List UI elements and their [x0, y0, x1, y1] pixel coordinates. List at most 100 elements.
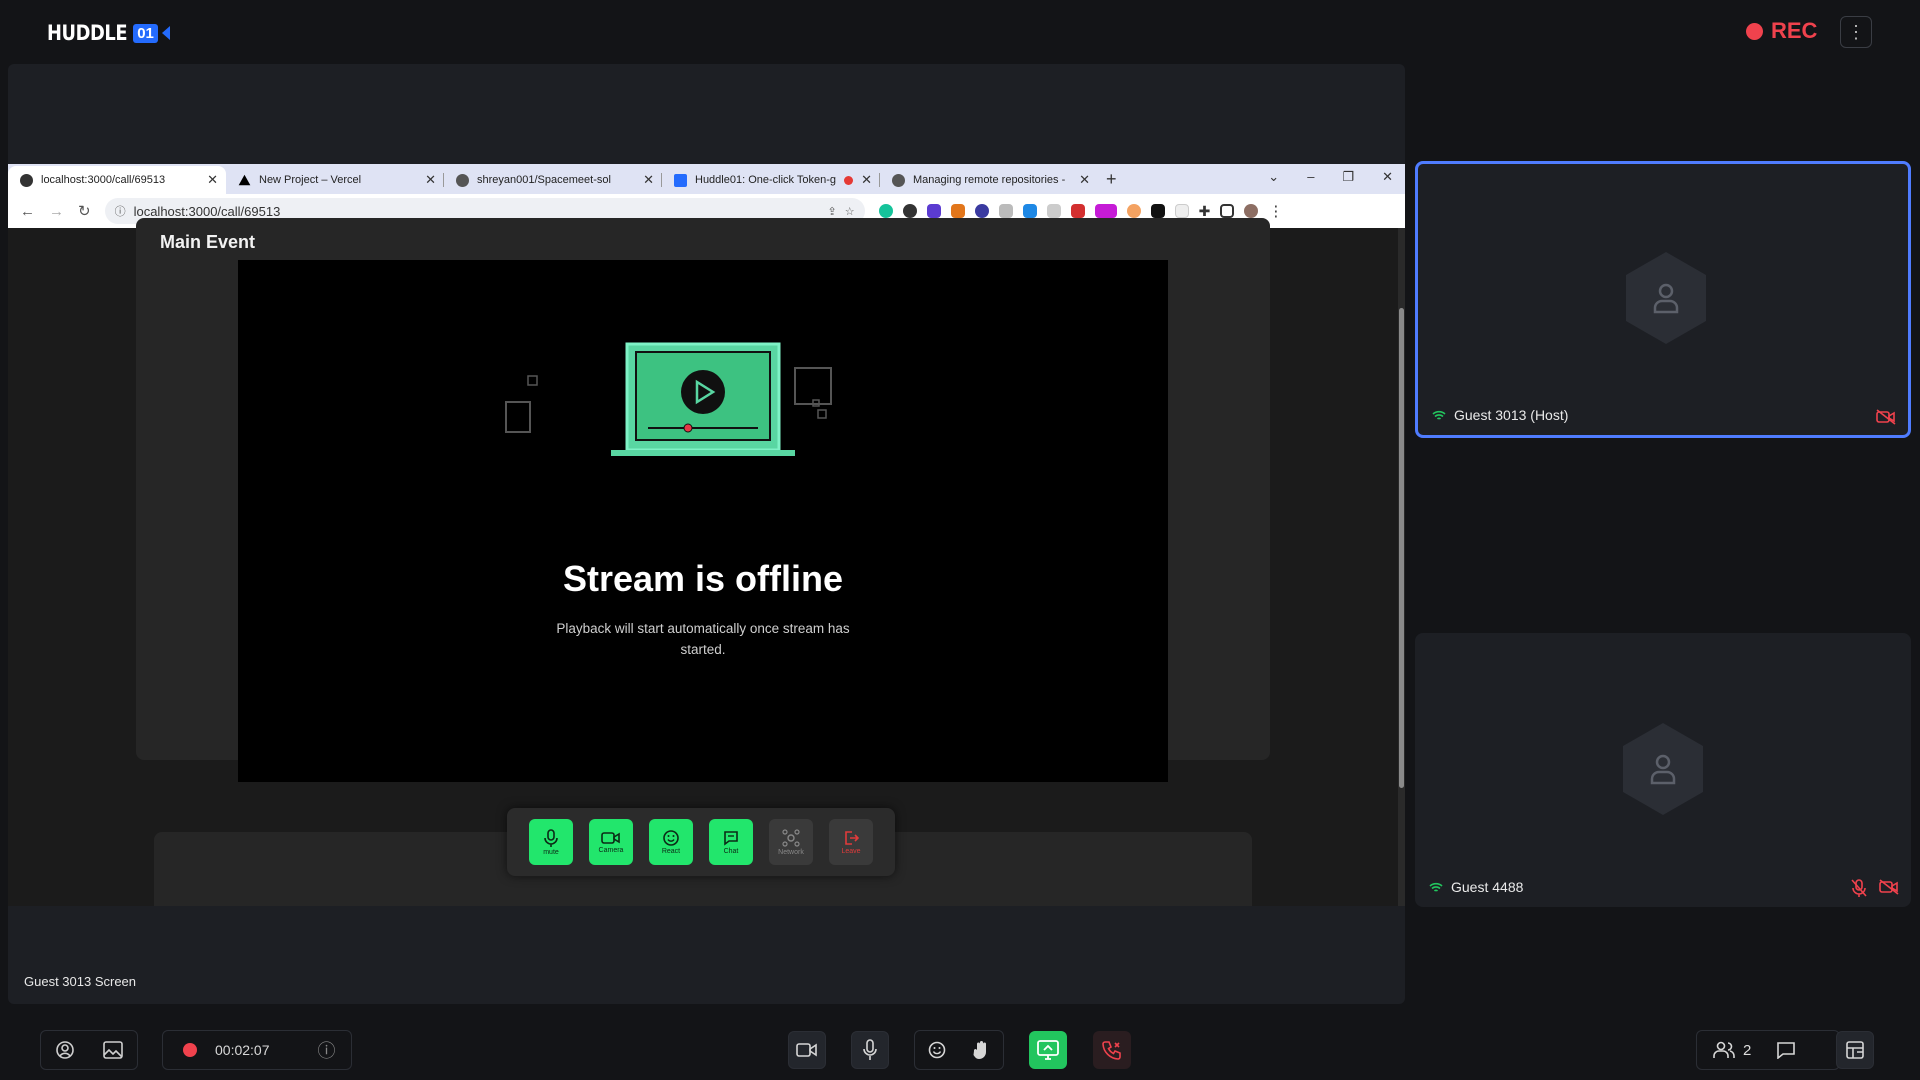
camera-icon [796, 1043, 817, 1057]
metamask-icon[interactable] [950, 204, 965, 218]
video-player[interactable]: Stream is offline Playback will start au… [238, 260, 1168, 782]
page-scrollbar[interactable] [1398, 228, 1405, 906]
camera-off-icon [1879, 879, 1899, 895]
participant-count: 2 [1743, 1041, 1752, 1059]
dock-label: React [661, 847, 681, 855]
browser-tab-3[interactable]: shreyan001/Spacemeet-sol ✕ [444, 166, 662, 194]
tab-title: Managing remote repositories - [913, 174, 1066, 186]
reload-icon[interactable]: ↻ [78, 202, 91, 220]
extension-icon[interactable] [1022, 204, 1037, 218]
smiley-icon [928, 1041, 946, 1059]
back-icon[interactable]: ← [20, 203, 35, 220]
new-tab-button[interactable]: + [1106, 169, 1117, 190]
dock-label: Camera [598, 846, 624, 854]
window-controls: ⌄ – ❐ ✕ [1268, 169, 1393, 185]
user-circle-icon [56, 1041, 74, 1059]
browser-tab-1[interactable]: localhost:3000/call/69513 ✕ [8, 166, 226, 194]
url-text: localhost:3000/call/69513 [133, 203, 281, 219]
info-icon: ⓘ [114, 206, 126, 218]
camera-off-icon [1876, 409, 1896, 425]
cloud-icon[interactable] [998, 204, 1013, 218]
network-button[interactable]: Network [769, 819, 813, 865]
image-icon [103, 1041, 123, 1059]
tab-close-icon[interactable]: ✕ [1079, 172, 1090, 188]
huddle-logo: HUDDLE 01 [47, 20, 170, 46]
emoji-button[interactable] [918, 1031, 956, 1069]
tab-title: New Project – Vercel [259, 174, 362, 186]
mic-icon [863, 1039, 877, 1060]
extension-icon[interactable] [926, 204, 941, 218]
tab-close-icon[interactable]: ✕ [861, 172, 872, 188]
recording-status: 00:02:07 ⓘ [162, 1030, 352, 1070]
people-icon [1713, 1041, 1735, 1058]
sidepanel-icon[interactable] [1220, 204, 1235, 218]
mic-toggle-button[interactable] [851, 1031, 889, 1069]
grammarly-icon[interactable] [878, 204, 893, 218]
layout-controls [40, 1030, 138, 1070]
participant-tile-host[interactable]: Guest 3013 (Host) [1415, 161, 1911, 438]
extension-icon[interactable] [1174, 204, 1189, 218]
more-options-button[interactable]: ⋮ [1840, 16, 1872, 48]
extension-icon[interactable] [1126, 204, 1141, 218]
main-event-card: Main Event Stream is offline Playback wi… [136, 218, 1270, 782]
rec-dot-icon [183, 1043, 197, 1057]
extension-icon[interactable] [1150, 204, 1165, 218]
forward-icon[interactable]: → [49, 203, 64, 220]
tab-close-icon[interactable]: ✕ [425, 172, 436, 188]
exit-icon [845, 830, 859, 845]
chat-button[interactable] [1767, 1031, 1805, 1069]
extension-icon[interactable] [1094, 204, 1117, 218]
raise-hand-button[interactable] [962, 1031, 1000, 1069]
avatar[interactable] [1244, 204, 1259, 218]
participant-name-row: Guest 3013 (Host) [1432, 407, 1568, 423]
tab-search-icon[interactable]: ⌄ [1268, 169, 1279, 185]
screen-share-button[interactable] [1029, 1031, 1067, 1069]
participant-status [1876, 409, 1896, 425]
camera-button[interactable]: Camera [589, 819, 633, 865]
camera-icon [601, 831, 620, 844]
hand-icon [973, 1041, 986, 1059]
react-button[interactable]: React [649, 819, 693, 865]
participant-name: Guest 3013 (Host) [1454, 407, 1569, 423]
mic-icon [544, 828, 558, 847]
participant-tile-guest[interactable]: Guest 4488 [1415, 633, 1911, 907]
restore-icon[interactable]: ❐ [1342, 169, 1354, 185]
screen-share-icon [1037, 1040, 1059, 1060]
info-icon[interactable]: ⓘ [318, 1037, 336, 1063]
puzzle-icon[interactable]: ✚ [1199, 203, 1211, 220]
chat-button[interactable]: Chat [709, 819, 753, 865]
layout-icon [1846, 1041, 1864, 1059]
tab-close-icon[interactable]: ✕ [207, 172, 218, 188]
close-window-icon[interactable]: ✕ [1382, 169, 1393, 185]
participant-name: Guest 4488 [1451, 879, 1524, 895]
browser-tab-2[interactable]: New Project – Vercel ✕ [226, 166, 444, 194]
tab-close-icon[interactable]: ✕ [643, 172, 654, 188]
tab-title: shreyan001/Spacemeet-sol [477, 174, 611, 186]
offline-illustration [505, 342, 832, 456]
end-call-button[interactable] [1093, 1031, 1131, 1069]
mute-button[interactable]: mute [529, 819, 573, 865]
mic-off-icon [1851, 879, 1867, 897]
widgets-button[interactable] [1836, 1031, 1874, 1069]
minimize-icon[interactable]: – [1307, 169, 1314, 185]
leave-button[interactable]: Leave [829, 819, 873, 865]
menu-icon[interactable]: ⋮ [1268, 202, 1283, 220]
event-title: Main Event [160, 232, 256, 252]
github-icon [892, 173, 905, 187]
rec-label: REC [1771, 18, 1818, 43]
extension-icon[interactable] [974, 204, 989, 218]
camera-toggle-button[interactable] [788, 1031, 826, 1069]
dock-label: Network [778, 848, 804, 856]
signal-icon [1429, 882, 1443, 892]
extension-icon[interactable] [902, 204, 917, 218]
bookmark-star-icon[interactable]: ☆ [845, 205, 855, 218]
share-icon[interactable]: ⇪ [827, 205, 836, 218]
background-button[interactable] [94, 1031, 132, 1069]
browser-tab-4[interactable]: Huddle01: One-click Token-g ✕ [662, 166, 880, 194]
extension-icon[interactable] [1046, 204, 1061, 218]
browser-tab-5[interactable]: Managing remote repositories - ✕ [880, 166, 1098, 194]
avatar-settings-button[interactable] [46, 1031, 84, 1069]
extension-icon[interactable] [1070, 204, 1085, 218]
dock-label: Leave [841, 847, 861, 855]
participants-button[interactable]: 2 [1713, 1041, 1751, 1059]
